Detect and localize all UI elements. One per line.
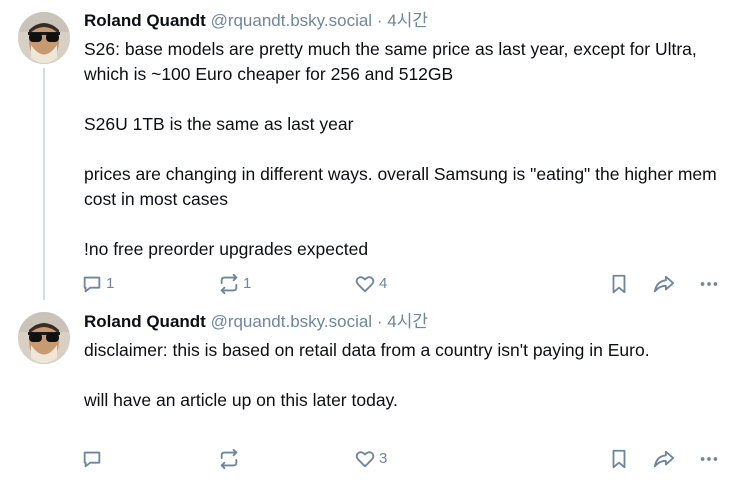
post-text: disclaimer: this is based on retail data… bbox=[84, 338, 727, 413]
share-button[interactable] bbox=[652, 272, 676, 296]
repost-button[interactable]: 1 bbox=[218, 272, 251, 296]
avatar[interactable] bbox=[18, 312, 70, 364]
avatar[interactable] bbox=[18, 12, 70, 64]
post-paragraph: will have an article up on this later to… bbox=[84, 390, 398, 410]
header-separator: · bbox=[376, 11, 383, 30]
repost-button[interactable] bbox=[218, 447, 243, 471]
like-button[interactable]: 3 bbox=[354, 447, 387, 471]
post-header: Roland Quandt @rquandt.bsky.social · 4시간 bbox=[84, 9, 727, 33]
like-button[interactable]: 4 bbox=[354, 272, 387, 296]
repost-icon bbox=[218, 273, 240, 295]
bookmark-button[interactable] bbox=[608, 272, 630, 296]
repost-icon bbox=[218, 448, 240, 470]
author-handle[interactable]: @rquandt.bsky.social bbox=[211, 11, 373, 30]
post-actions: 1 1 4 bbox=[80, 272, 735, 296]
post-paragraph: S26U 1TB is the same as last year bbox=[84, 114, 354, 134]
heart-icon bbox=[354, 273, 376, 295]
post-header: Roland Quandt @rquandt.bsky.social · 4시간 bbox=[84, 310, 727, 334]
like-count: 4 bbox=[379, 275, 388, 292]
post-timestamp[interactable]: 4시간 bbox=[387, 11, 428, 30]
reply-icon bbox=[81, 448, 103, 470]
post-paragraph: disclaimer: this is based on retail data… bbox=[84, 340, 650, 360]
reply-icon bbox=[81, 273, 103, 295]
more-icon bbox=[698, 448, 720, 470]
post-content: Roland Quandt @rquandt.bsky.social · 4시간… bbox=[84, 310, 727, 413]
author-handle[interactable]: @rquandt.bsky.social bbox=[211, 312, 373, 331]
share-icon bbox=[652, 448, 676, 470]
bookmark-icon bbox=[608, 448, 630, 470]
bookmark-button[interactable] bbox=[608, 447, 630, 471]
reply-count: 1 bbox=[106, 275, 115, 292]
like-count: 3 bbox=[379, 450, 388, 467]
author-name[interactable]: Roland Quandt bbox=[84, 312, 206, 331]
share-button[interactable] bbox=[652, 447, 676, 471]
post-actions: 3 bbox=[80, 447, 735, 471]
post-paragraph: !no free preorder upgrades expected bbox=[84, 239, 369, 259]
post-paragraph: S26: base models are pretty much the sam… bbox=[84, 39, 697, 84]
post-timestamp[interactable]: 4시간 bbox=[387, 312, 428, 331]
bookmark-icon bbox=[608, 273, 630, 295]
post-text: S26: base models are pretty much the sam… bbox=[84, 37, 727, 262]
share-icon bbox=[652, 273, 676, 295]
reply-button[interactable]: 1 bbox=[81, 272, 114, 296]
repost-count: 1 bbox=[243, 275, 252, 292]
post-paragraph: prices are changing in different ways. o… bbox=[84, 164, 717, 209]
more-icon bbox=[698, 273, 720, 295]
more-options-button[interactable] bbox=[698, 447, 720, 471]
post[interactable]: Roland Quandt @rquandt.bsky.social · 4시간… bbox=[0, 0, 735, 300]
post-content: Roland Quandt @rquandt.bsky.social · 4시간… bbox=[84, 9, 727, 262]
post[interactable]: Roland Quandt @rquandt.bsky.social · 4시간… bbox=[0, 300, 735, 480]
header-separator: · bbox=[376, 312, 383, 331]
heart-icon bbox=[354, 448, 376, 470]
author-name[interactable]: Roland Quandt bbox=[84, 11, 206, 30]
reply-button[interactable] bbox=[81, 447, 106, 471]
more-options-button[interactable] bbox=[698, 272, 720, 296]
